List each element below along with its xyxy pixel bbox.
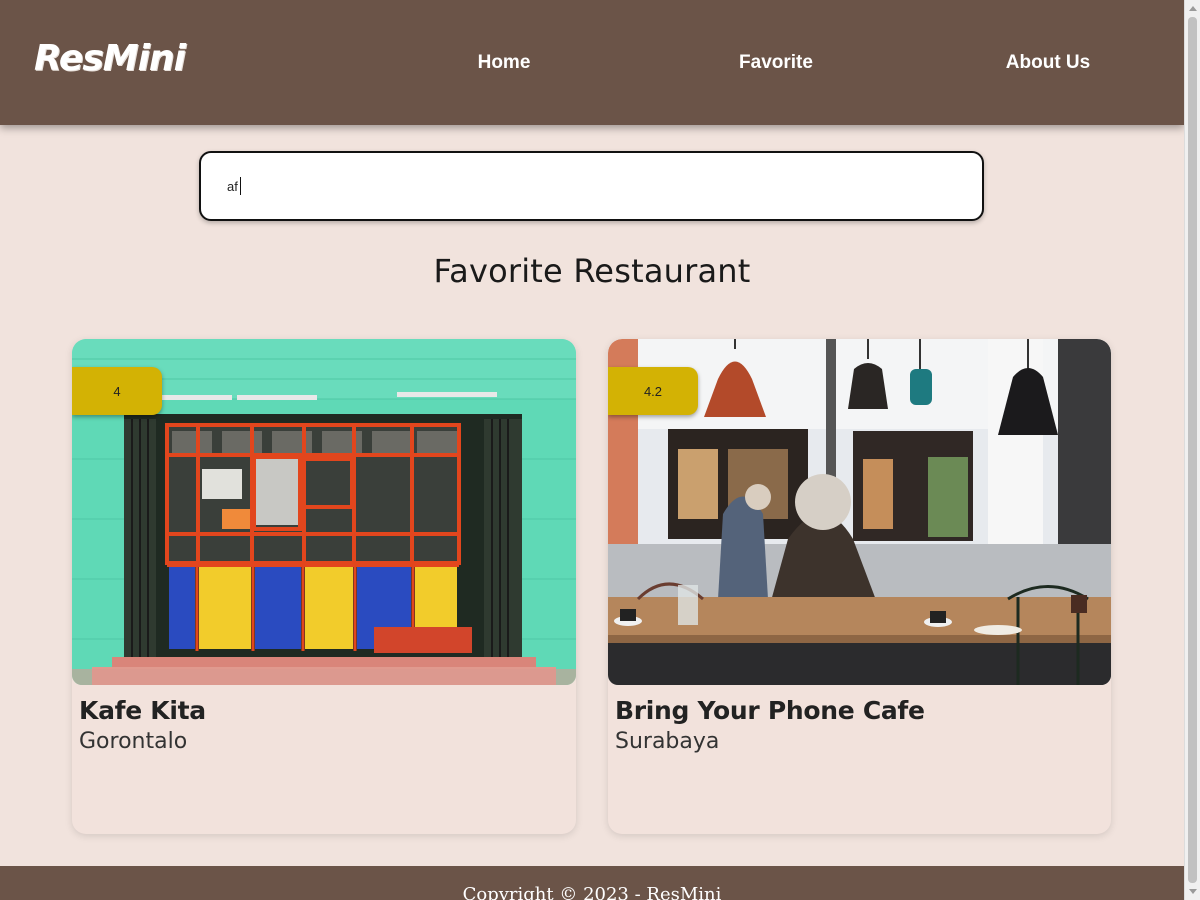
rating-badge: 4 (72, 367, 162, 415)
page-viewport: ResMini Home Favorite About Us Favorite … (0, 0, 1184, 900)
logo[interactable]: ResMini (34, 38, 186, 79)
app-bar: ResMini Home Favorite About Us (0, 0, 1184, 125)
scroll-thumb[interactable] (1188, 17, 1197, 883)
footer-copyright: Copyright © 2023 - ResMini (462, 884, 722, 900)
page-title: Favorite Restaurant (433, 252, 751, 290)
search-input[interactable] (201, 153, 982, 219)
main-nav: Home Favorite About Us (368, 0, 1184, 125)
nav-item-about-us[interactable]: About Us (912, 0, 1184, 125)
restaurant-image: 4.2 (608, 339, 1111, 685)
restaurant-city: Gorontalo (79, 729, 188, 754)
scroll-up-icon[interactable] (1189, 6, 1197, 11)
restaurant-name[interactable]: Kafe Kita (79, 696, 206, 725)
footer: Copyright © 2023 - ResMini (0, 866, 1184, 900)
scroll-down-icon[interactable] (1189, 889, 1197, 894)
nav-item-home[interactable]: Home (368, 0, 640, 125)
restaurant-card[interactable]: 4 Kafe Kita Gorontalo (72, 339, 576, 834)
vertical-scrollbar[interactable] (1184, 0, 1200, 900)
restaurant-name[interactable]: Bring Your Phone Cafe (615, 696, 925, 725)
search-box (199, 151, 984, 221)
text-cursor (240, 177, 241, 195)
nav-item-favorite[interactable]: Favorite (640, 0, 912, 125)
rating-badge: 4.2 (608, 367, 698, 415)
restaurant-card[interactable]: 4.2 Bring Your Phone Cafe Surabaya (608, 339, 1111, 834)
restaurant-city: Surabaya (615, 729, 720, 754)
restaurant-image: 4 (72, 339, 576, 685)
